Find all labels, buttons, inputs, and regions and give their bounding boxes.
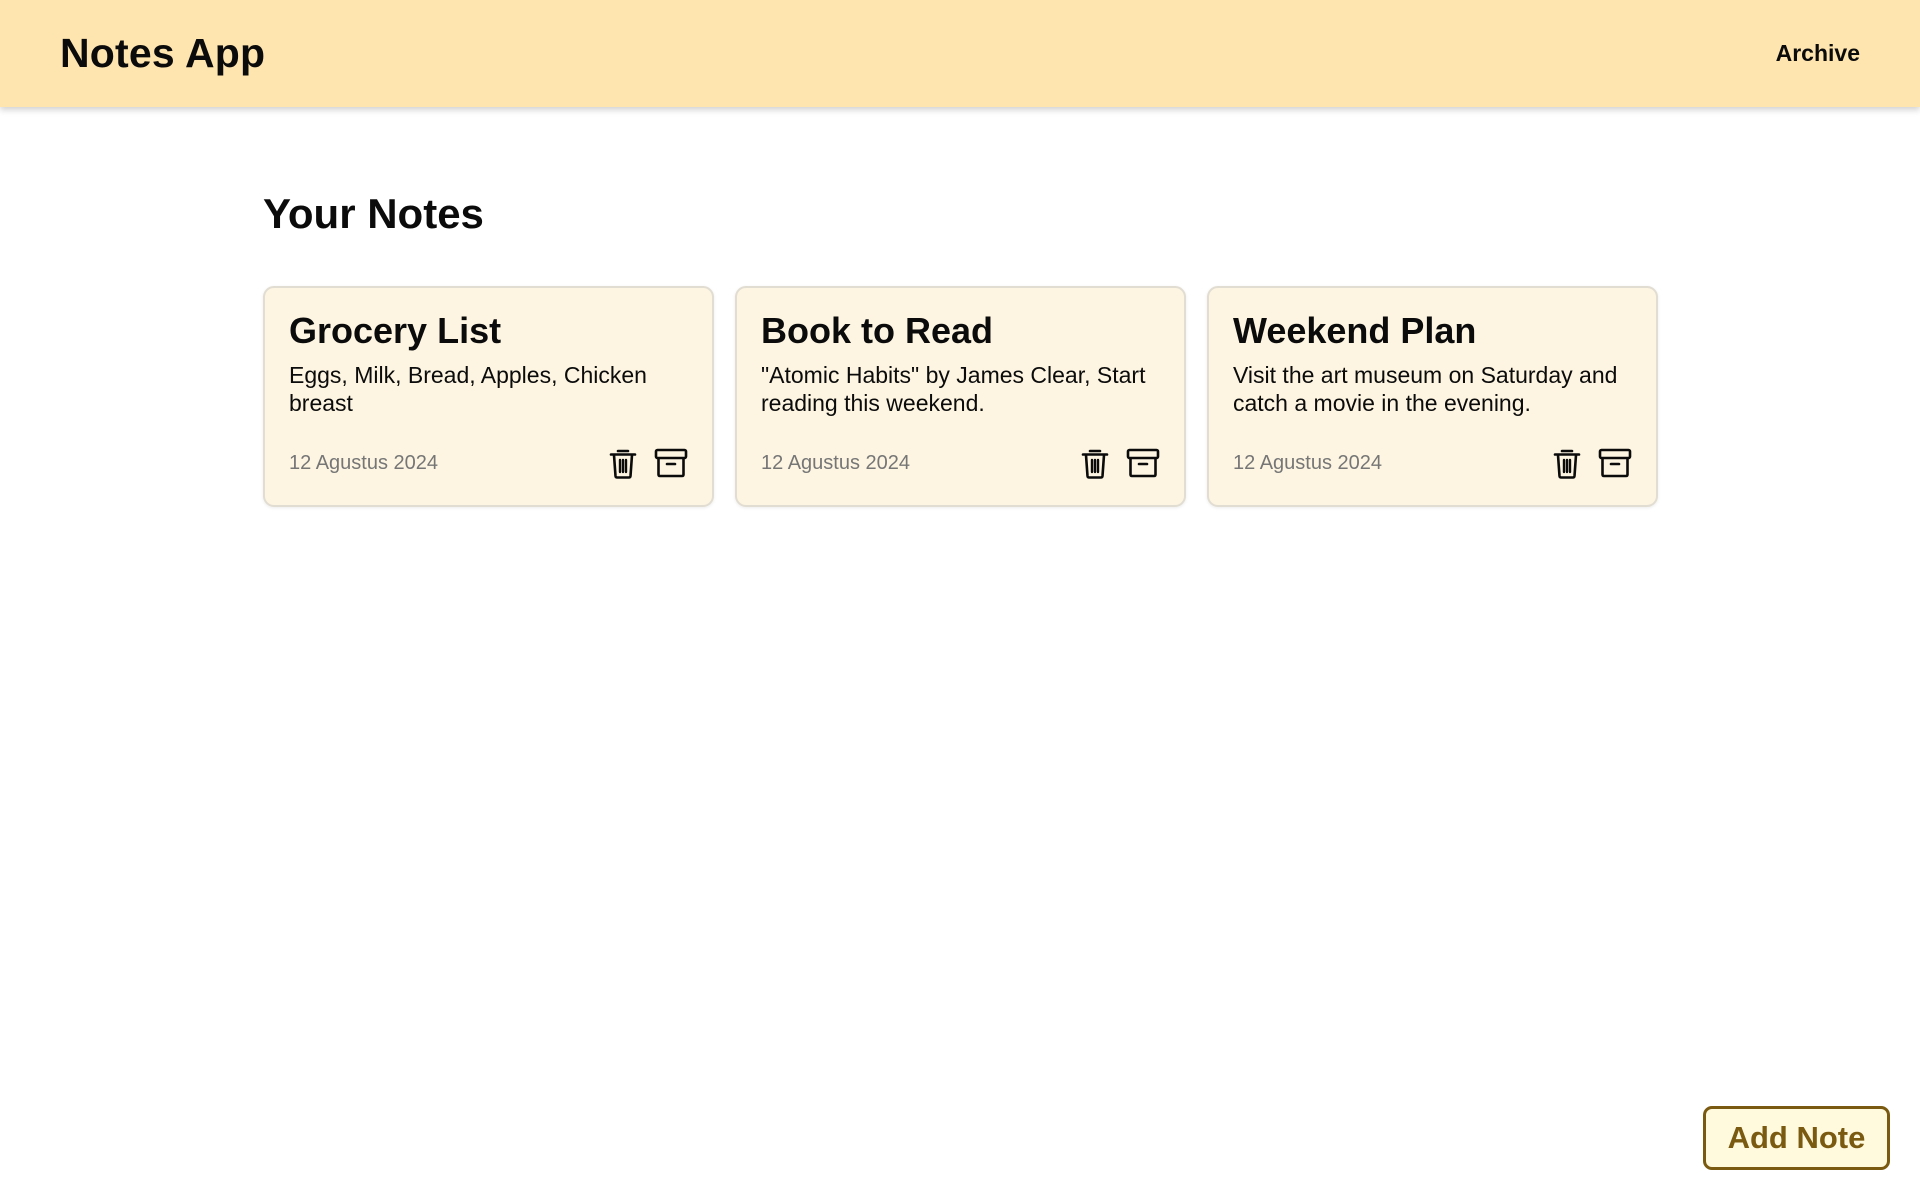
note-card[interactable]: Weekend Plan Visit the art museum on Sat… bbox=[1207, 286, 1658, 507]
note-actions bbox=[1550, 445, 1632, 481]
archive-box-icon bbox=[1598, 448, 1632, 478]
note-date: 12 Agustus 2024 bbox=[1233, 451, 1383, 474]
note-actions bbox=[1078, 445, 1160, 481]
note-body: "Atomic Habits" by James Clear, Start re… bbox=[761, 362, 1146, 416]
archive-box-icon bbox=[654, 448, 688, 478]
note-body: Visit the art museum on Saturday and cat… bbox=[1233, 362, 1618, 416]
archive-note-button[interactable] bbox=[654, 445, 688, 481]
page-title: Your Notes bbox=[263, 190, 484, 237]
note-footer: 12 Agustus 2024 bbox=[761, 445, 1160, 481]
delete-note-button[interactable] bbox=[606, 445, 640, 481]
note-footer: 12 Agustus 2024 bbox=[289, 445, 688, 481]
note-card[interactable]: Book to Read "Atomic Habits" by James Cl… bbox=[735, 286, 1186, 507]
trash-icon bbox=[609, 449, 637, 479]
app-title: Notes App bbox=[60, 30, 266, 76]
main-content: Your Notes Grocery List Eggs, Milk, Brea… bbox=[263, 185, 1663, 507]
add-note-button[interactable]: Add Note bbox=[1703, 1106, 1890, 1170]
note-title: Grocery List bbox=[289, 310, 502, 351]
note-footer: 12 Agustus 2024 bbox=[1233, 445, 1632, 481]
archive-box-icon bbox=[1126, 448, 1160, 478]
archive-note-button[interactable] bbox=[1598, 445, 1632, 481]
note-card[interactable]: Grocery List Eggs, Milk, Bread, Apples, … bbox=[263, 286, 714, 507]
notes-list: Grocery List Eggs, Milk, Bread, Apples, … bbox=[263, 286, 1658, 507]
note-date: 12 Agustus 2024 bbox=[761, 451, 911, 474]
note-body: Eggs, Milk, Bread, Apples, Chicken breas… bbox=[289, 362, 647, 416]
delete-note-button[interactable] bbox=[1550, 445, 1584, 481]
navbar: Notes App Archive bbox=[0, 0, 1920, 107]
archive-link[interactable]: Archive bbox=[1776, 40, 1860, 67]
trash-icon bbox=[1081, 449, 1109, 479]
archive-note-button[interactable] bbox=[1126, 445, 1160, 481]
delete-note-button[interactable] bbox=[1078, 445, 1112, 481]
note-actions bbox=[606, 445, 688, 481]
trash-icon bbox=[1553, 449, 1581, 479]
note-title: Book to Read bbox=[761, 310, 994, 351]
note-date: 12 Agustus 2024 bbox=[289, 451, 439, 474]
note-title: Weekend Plan bbox=[1233, 310, 1477, 351]
